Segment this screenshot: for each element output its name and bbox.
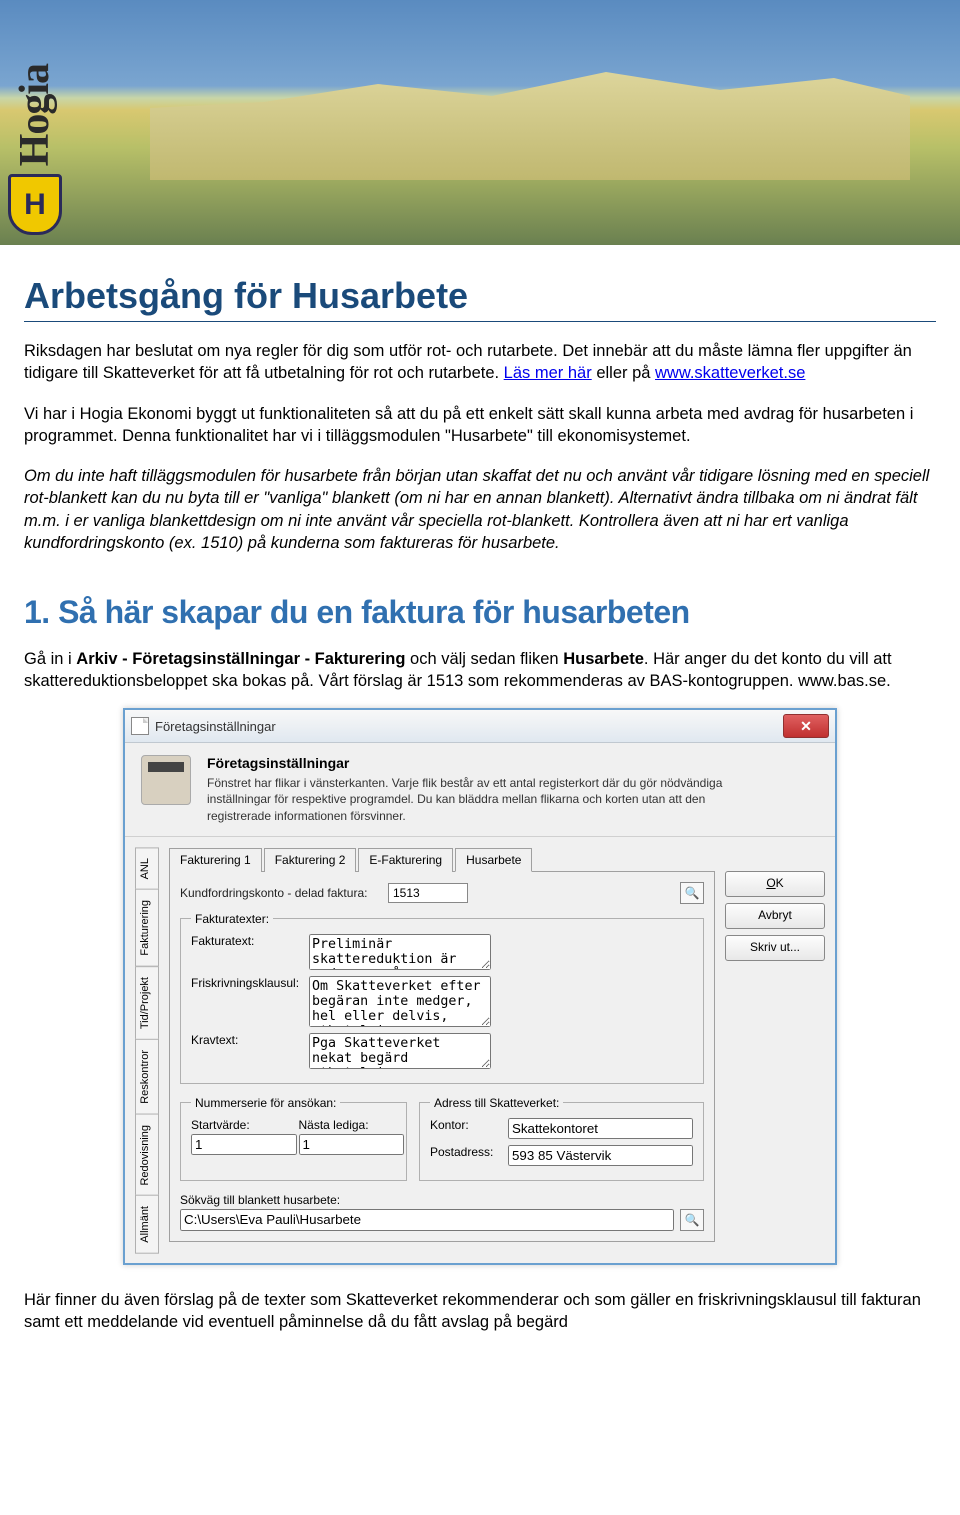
- lead-pre: Gå in i: [24, 650, 76, 668]
- kontor-input[interactable]: [508, 1118, 693, 1139]
- postadress-input[interactable]: [508, 1145, 693, 1166]
- tab-content-husarbete: Kundfordringskonto - delad faktura: 🔍 Fa…: [169, 871, 715, 1242]
- logo-shield-icon: H: [8, 174, 62, 235]
- tab-husarbete[interactable]: Husarbete: [455, 848, 532, 872]
- nummerserie-legend: Nummerserie för ansökan:: [191, 1096, 340, 1110]
- tab-fakturering2[interactable]: Fakturering 2: [264, 848, 357, 872]
- kundfordring-label: Kundfordringskonto - delad faktura:: [180, 886, 380, 900]
- read-more-link[interactable]: Läs mer här: [504, 364, 592, 382]
- settings-dialog: Företagsinställningar ✕ Företagsinställn…: [123, 708, 837, 1265]
- section-1-title: Så här skapar du en faktura för husarbet…: [58, 594, 690, 630]
- section-1-heading: 1. Så här skapar du en faktura för husar…: [24, 594, 936, 631]
- vtab-anl[interactable]: ANL: [135, 847, 159, 890]
- skrivut-button[interactable]: Skriv ut...: [725, 935, 825, 961]
- nummerserie-fieldset: Nummerserie för ansökan: Startvärde: Näs…: [180, 1096, 407, 1181]
- dialog-titlebar: Företagsinställningar ✕: [125, 710, 835, 743]
- body-paragraph-2-italic: Om du inte haft tilläggsmodulen för husa…: [24, 465, 936, 554]
- vtab-fakturering[interactable]: Fakturering: [135, 889, 159, 967]
- kundfordring-input[interactable]: [388, 883, 468, 903]
- section-1-number: 1.: [24, 594, 58, 630]
- nastalediga-input[interactable]: [299, 1134, 405, 1155]
- lead-bold-2: Husarbete: [563, 650, 644, 668]
- header-banner: Hogia H: [0, 0, 960, 245]
- startvarde-label: Startvärde:: [191, 1118, 289, 1132]
- browse-icon[interactable]: 🔍: [680, 1209, 704, 1231]
- skatteverket-link[interactable]: www.skatteverket.se: [655, 364, 805, 382]
- avbryt-button[interactable]: Avbryt: [725, 903, 825, 929]
- window-icon: [131, 717, 149, 735]
- page-title: Arbetsgång för Husarbete: [24, 275, 936, 322]
- fakturatexter-fieldset: Fakturatexter: Fakturatext: Preliminär s…: [180, 912, 704, 1084]
- logo-text: Hogia: [11, 64, 59, 166]
- vtab-tidprojekt[interactable]: Tid/Projekt: [135, 966, 159, 1040]
- horizontal-tabs: Fakturering 1 Fakturering 2 E-Fakturerin…: [169, 847, 715, 871]
- friskrivning-input[interactable]: Om Skatteverket efter begäran inte medge…: [309, 976, 491, 1027]
- fakturatext-label: Fakturatext:: [191, 934, 301, 948]
- tab-fakturering1[interactable]: Fakturering 1: [169, 848, 262, 872]
- friskrivning-label: Friskrivningsklausul:: [191, 976, 301, 990]
- vtab-reskontror[interactable]: Reskontror: [135, 1039, 159, 1115]
- tab-efakturering[interactable]: E-Fakturering: [358, 848, 453, 872]
- fakturatext-input[interactable]: Preliminär skattereduktion är avdragen p…: [309, 934, 491, 970]
- nastalediga-label: Nästa lediga:: [299, 1118, 397, 1132]
- binoculars-icon[interactable]: 🔍: [680, 882, 704, 904]
- ok-button[interactable]: OOKK: [725, 871, 825, 897]
- startvarde-input[interactable]: [191, 1134, 297, 1155]
- lead-mid: och välj sedan fliken: [405, 650, 563, 668]
- window-title: Företagsinställningar: [155, 719, 276, 734]
- section-1-lead: Gå in i Arkiv - Företagsinställningar - …: [24, 648, 936, 693]
- intro-text-2: eller på: [596, 364, 655, 382]
- sokvag-input[interactable]: [180, 1209, 674, 1231]
- dialog-header-title: Företagsinställningar: [207, 755, 767, 771]
- dialog-header-desc: Fönstret har flikar i vänsterkanten. Var…: [207, 775, 767, 824]
- kontor-label: Kontor:: [430, 1118, 500, 1132]
- intro-paragraph: Riksdagen har beslutat om nya regler för…: [24, 340, 936, 385]
- close-button[interactable]: ✕: [783, 714, 829, 738]
- vtab-redovisning[interactable]: Redovisning: [135, 1114, 159, 1197]
- printer-icon: [141, 755, 191, 805]
- sokvag-label: Sökväg till blankett husarbete:: [180, 1193, 704, 1207]
- dialog-buttons: OOKK Avbryt Skriv ut...: [725, 847, 825, 1253]
- lead-bold-1: Arkiv - Företagsinställningar - Fakturer…: [76, 650, 405, 668]
- postadress-label: Postadress:: [430, 1145, 500, 1159]
- footer-paragraph: Här finner du även förslag på de texter …: [24, 1289, 936, 1334]
- body-paragraph-1: Vi har i Hogia Ekonomi byggt ut funktion…: [24, 403, 936, 448]
- fakturatexter-legend: Fakturatexter:: [191, 912, 273, 926]
- kravtext-input[interactable]: Pga Skatteverket nekat begärd utbetalnin…: [309, 1033, 491, 1069]
- adress-fieldset: Adress till Skatteverket: Kontor: Postad…: [419, 1096, 704, 1181]
- adress-legend: Adress till Skatteverket:: [430, 1096, 563, 1110]
- dialog-header: Företagsinställningar Fönstret har flika…: [125, 743, 835, 837]
- logo: Hogia H: [5, 0, 65, 245]
- kravtext-label: Kravtext:: [191, 1033, 301, 1047]
- vertical-tabs: ANL Fakturering Tid/Projekt Reskontror R…: [135, 847, 159, 1253]
- vtab-allmant[interactable]: Allmänt: [135, 1195, 159, 1254]
